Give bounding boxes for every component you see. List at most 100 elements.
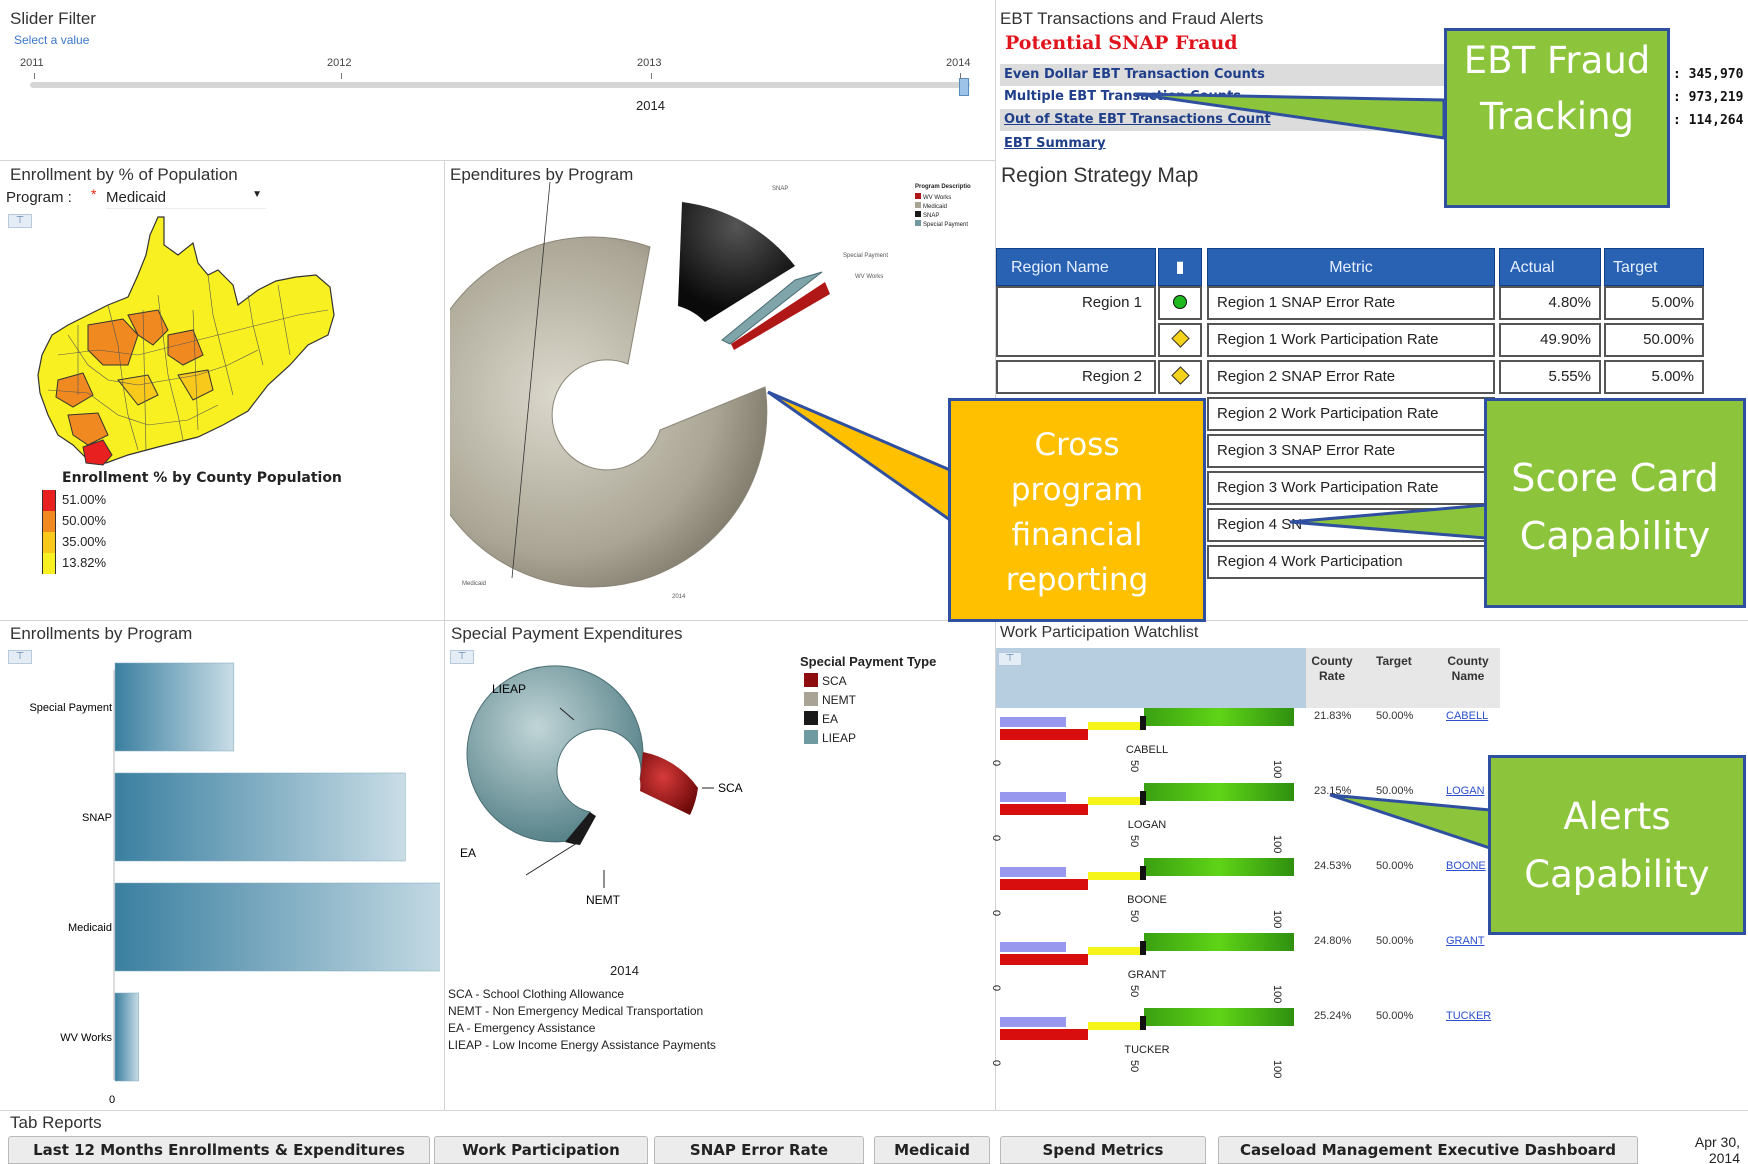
required-marker: * xyxy=(91,186,97,202)
gauge-red-band xyxy=(1000,954,1088,965)
actual-cell: 49.90% xyxy=(1499,323,1601,357)
donut-label-sca: SCA xyxy=(718,781,743,795)
select-value-link[interactable]: Select a value xyxy=(14,33,89,47)
divider xyxy=(0,620,1748,621)
gauge-scale-label: 100 xyxy=(1271,910,1283,929)
tab-snap-error-rate[interactable]: SNAP Error Rate xyxy=(654,1136,864,1164)
bar-snap[interactable] xyxy=(114,772,406,862)
gauge-yellow-band xyxy=(1088,722,1144,730)
expenditures-label-snap: SNAP xyxy=(772,186,788,192)
ebt-row-label: Out of State EBT Transactions Count xyxy=(1004,112,1271,127)
status-column-header[interactable]: ▮ xyxy=(1158,248,1202,286)
ebt-alert: Potential SNAP Fraud xyxy=(1005,32,1238,54)
metric-cell[interactable]: Region 1 Work Participation Rate xyxy=(1207,323,1495,357)
legend-swatch xyxy=(42,511,56,532)
gauge-target-marker xyxy=(1140,1016,1146,1030)
gauge-scale-label: 0 xyxy=(990,760,1002,767)
expenditures-legend: WV Works Medicaid SNAP Special Payment xyxy=(915,193,968,229)
metric-cell[interactable]: Region 1 SNAP Error Rate xyxy=(1207,286,1495,320)
expenditures-legend-title: Program Descriptio xyxy=(915,184,971,190)
bullet-gauge[interactable] xyxy=(1000,708,1294,748)
gauge-scale-label: 50 xyxy=(1128,760,1140,773)
slider-handle[interactable] xyxy=(959,78,969,96)
header-region-name[interactable]: Region Name xyxy=(996,248,1156,286)
metric-cell[interactable]: Region 4 Work Participation xyxy=(1207,545,1495,579)
county-target-cell: 50.00% xyxy=(1376,935,1414,947)
watchlist-header: County Rate Target County Name xyxy=(1306,648,1500,708)
legend-label: 13.82% xyxy=(62,555,107,570)
metric-cell[interactable]: Region 2 Work Participation Rate xyxy=(1207,397,1495,431)
gauge-county-label: CABELL xyxy=(1125,744,1169,756)
bullet-gauge[interactable] xyxy=(1000,783,1294,823)
tab-last-12-months-enrollments-expenditures[interactable]: Last 12 Months Enrollments & Expenditure… xyxy=(8,1136,430,1164)
bar-medicaid[interactable] xyxy=(114,882,440,972)
region-name-cell[interactable]: Region 1 xyxy=(996,286,1156,357)
ebt-row-label: Multiple EBT Transaction Counts xyxy=(1004,89,1242,104)
gauge-target-marker xyxy=(1140,716,1146,730)
metric-cell[interactable]: Region 3 Work Participation Rate xyxy=(1207,471,1495,505)
status-yellow-icon xyxy=(1170,329,1190,348)
metric-cell[interactable]: Region 2 SNAP Error Rate xyxy=(1207,360,1495,394)
gauge-scale-label: 100 xyxy=(1271,760,1283,779)
header-metric[interactable]: Metric xyxy=(1207,248,1495,286)
gauge-scale-label: 0 xyxy=(990,1060,1002,1067)
ebt-value: : 114,264 xyxy=(1673,113,1744,128)
header-county-rate[interactable]: County Rate xyxy=(1310,654,1354,684)
tab-caseload-management-executive-dashboard[interactable]: Caseload Management Executive Dashboard xyxy=(1218,1136,1638,1164)
special-payment-year: 2014 xyxy=(610,963,639,978)
program-label: Program : xyxy=(6,189,72,206)
header-target[interactable]: Target xyxy=(1604,248,1704,286)
special-payment-note: NEMT - Non Emergency Medical Transportat… xyxy=(448,1004,704,1018)
donut-label-nemt: NEMT xyxy=(586,893,621,907)
bar-category-label: Medicaid xyxy=(68,922,112,934)
slider-tick-mark xyxy=(341,73,342,79)
header-county-name[interactable]: County Name xyxy=(1442,654,1494,684)
legend-label: SNAP xyxy=(923,213,940,219)
county-name-link[interactable]: CABELL xyxy=(1446,710,1488,722)
bar-wv-works[interactable] xyxy=(114,992,140,1082)
callout-cross-program: Cross program financial reporting xyxy=(948,398,1206,622)
special-payment-legend: SCA NEMT EA LIEAP xyxy=(804,672,856,748)
bar-category-label: Special Payment xyxy=(29,702,112,714)
expenditures-label-medicaid: Medicaid xyxy=(462,581,486,587)
legend-swatch xyxy=(915,211,921,217)
region-name-cell[interactable]: Region 2 xyxy=(996,360,1156,394)
filter-icon[interactable] xyxy=(998,652,1022,666)
program-select[interactable]: Medicaid ▼ xyxy=(106,189,266,209)
chevron-down-icon: ▼ xyxy=(252,189,262,200)
county-name-link[interactable]: LOGAN xyxy=(1446,785,1485,797)
gauge-prior-bar xyxy=(1000,942,1066,952)
wv-county-map[interactable] xyxy=(28,215,348,475)
county-target-cell: 50.00% xyxy=(1376,1010,1414,1022)
bullet-gauge[interactable] xyxy=(1000,933,1294,973)
slider-tick-mark xyxy=(34,73,35,79)
gauge-red-band xyxy=(1000,879,1088,890)
gauge-county-label: BOONE xyxy=(1127,894,1167,906)
tab-work-participation[interactable]: Work Participation xyxy=(434,1136,648,1164)
county-target-cell: 50.00% xyxy=(1376,860,1414,872)
gauge-green-band xyxy=(1144,858,1294,876)
special-payment-donut[interactable]: LIEAP SCA EA NEMT xyxy=(450,660,790,980)
legend-swatch xyxy=(915,193,921,199)
county-name-link[interactable]: GRANT xyxy=(1446,935,1485,947)
tab-spend-metrics[interactable]: Spend Metrics xyxy=(1000,1136,1206,1164)
metric-cell[interactable]: Region 3 SNAP Error Rate xyxy=(1207,434,1495,468)
county-name-link[interactable]: BOONE xyxy=(1446,860,1486,872)
metric-cell[interactable]: Region 4 SN xyxy=(1207,508,1495,542)
expenditures-pie-chart[interactable]: SNAP Special Payment WV Works Medicaid 2… xyxy=(450,182,990,612)
gauge-yellow-band xyxy=(1088,947,1144,955)
tab-medicaid[interactable]: Medicaid xyxy=(874,1136,990,1164)
county-name-link[interactable]: TUCKER xyxy=(1446,1010,1491,1022)
slider-track[interactable] xyxy=(30,82,970,88)
enrollments-bar-chart[interactable]: Special Payment SNAP Medicaid WV Works 0 xyxy=(0,640,440,1110)
gauge-scale-label: 100 xyxy=(1271,835,1283,854)
bullet-gauge[interactable] xyxy=(1000,858,1294,898)
gauge-scale-label: 50 xyxy=(1128,910,1140,923)
header-target[interactable]: Target xyxy=(1376,654,1412,668)
bar-special-payment[interactable] xyxy=(114,662,235,752)
ebt-summary-link[interactable]: EBT Summary xyxy=(1004,136,1106,151)
gauge-county-label: LOGAN xyxy=(1127,819,1167,831)
bullet-gauge[interactable] xyxy=(1000,1008,1294,1048)
header-actual[interactable]: Actual xyxy=(1499,248,1601,286)
donut-slice-sca[interactable] xyxy=(640,752,698,815)
